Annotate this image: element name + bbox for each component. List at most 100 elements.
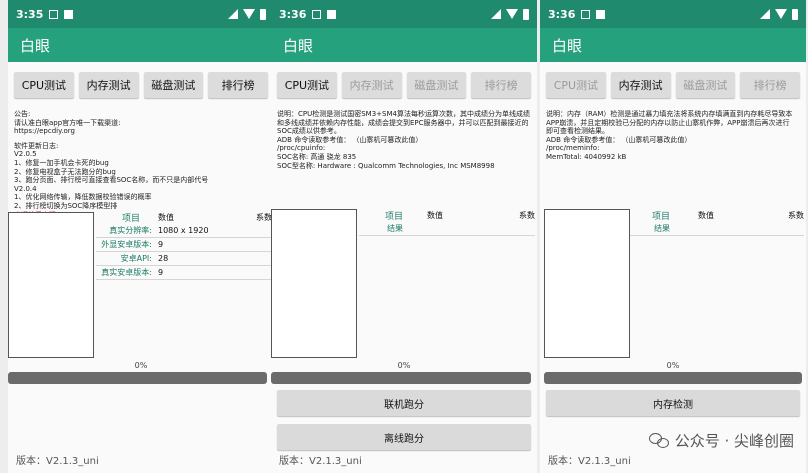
online-benchmark-button[interactable]: 联机跑分 <box>277 390 531 416</box>
status-bar: 3:35 <box>8 0 274 28</box>
wifi-icon <box>506 9 518 19</box>
info-line: https://epcdiy.org <box>14 127 75 136</box>
progress-bar <box>544 372 802 384</box>
row-value: 9 <box>158 268 164 277</box>
tab-cpu-test[interactable]: CPU测试 <box>546 72 606 98</box>
info-line: 即可查看检测结果。 <box>546 127 609 136</box>
info-line: 2、修复电视盒子无法跑分的bug <box>14 167 116 176</box>
table-row: 结果 <box>630 222 804 236</box>
table-row: 结果 <box>359 222 535 236</box>
status-bar: 3:36 <box>271 0 537 28</box>
info-line: 和多线成绩并依赖内存性能，成绩会提交到EPC服务器中，并可以匹配到最接近的 <box>277 118 529 127</box>
info-line: 1、优化网络传输，降低数据校验错误的概率 <box>14 193 152 202</box>
tab-ranking[interactable]: 排行榜 <box>208 72 268 98</box>
info-line: 软件更新日志: <box>14 141 59 150</box>
table-row: 外显安卓版本: 9 <box>96 238 272 252</box>
chart-area <box>271 209 357 358</box>
tab-memory-test[interactable]: 内存测试 <box>341 72 402 98</box>
wifi-icon <box>243 9 255 19</box>
version-label: 版本：V2.1.3_uni <box>548 456 631 467</box>
results-table: 项目 数值 系数 真实分辨率: 1080 x 1920 外显安卓版本: 9 安卓… <box>96 210 272 280</box>
tab-bar: CPU测试 内存测试 磁盘测试 排行榜 <box>8 62 274 104</box>
notification-icon-2 <box>64 9 74 19</box>
header-value: 数值 <box>158 212 174 222</box>
info-line: 公告: <box>14 110 31 118</box>
phone-screen-cpu-home: 3:35 白眼 CPU测试 内存测试 磁盘测试 排行榜 公告: 请认准白眼app… <box>8 0 274 473</box>
watermark-text: 公众号 · 尖峰创圈 <box>674 432 794 450</box>
notification-icon-2 <box>596 9 606 19</box>
header-item: 项目 <box>384 211 403 222</box>
tab-bar: CPU测试 内存测试 磁盘测试 排行榜 <box>540 62 806 104</box>
tab-disk-test[interactable]: 磁盘测试 <box>406 72 467 98</box>
info-line: /proc/cpuinfo: <box>277 144 326 153</box>
table-row: 真实安卓版本: 9 <box>96 266 272 280</box>
battery-icon <box>523 8 529 20</box>
status-bar: 3:36 <box>540 0 806 28</box>
chart-area <box>8 212 94 358</box>
row-label: 真实分辨率: <box>109 226 152 235</box>
header-item: 项目 <box>651 211 670 222</box>
progress-bar <box>8 372 267 384</box>
app-title: 白眼 <box>540 28 806 62</box>
info-line: V2.0.5 <box>14 150 37 159</box>
status-time: 3:36 <box>279 7 307 21</box>
phone-screen-memory-test: 3:36 白眼 CPU测试 内存测试 磁盘测试 排行榜 说明：内存（RAM）检测… <box>540 0 806 473</box>
announcement-text: 公告: 请认准白眼app官方唯一下载渠道: https://epcdiy.org… <box>8 104 274 219</box>
info-line: APP崩溃，并且定期校验已分配的内存以防止山寨机作弊，APP崩溃后再次进行 <box>546 118 790 127</box>
tab-bar: CPU测试 内存测试 磁盘测试 排行榜 <box>271 62 537 104</box>
notification-icon <box>49 9 59 19</box>
info-line: 请认准白眼app官方唯一下载渠道: <box>14 118 121 127</box>
header-coefficient: 系数 <box>256 212 272 222</box>
info-line: /proc/meminfo: <box>546 144 600 153</box>
info-line: ADB 命令读取参考值： （山寨机可篡改此值） <box>546 135 692 144</box>
info-line: MemTotal: 4040992 kB <box>546 152 627 161</box>
tab-ranking[interactable]: 排行榜 <box>740 72 800 98</box>
info-line: 说明：内存（RAM）检测是通过暴力填充法将系统内存填满直到内存耗尽导致本 <box>546 110 793 118</box>
status-time: 3:35 <box>16 7 44 21</box>
chart-area <box>544 209 630 358</box>
header-value: 数值 <box>427 210 443 220</box>
tab-cpu-test[interactable]: CPU测试 <box>277 72 337 98</box>
signal-icon <box>760 9 770 19</box>
wifi-icon <box>775 9 787 19</box>
row-label: 外显安卓版本: <box>101 240 152 249</box>
table-row: 安卓API: 28 <box>96 252 272 266</box>
signal-icon <box>491 9 501 19</box>
cpu-description: 说明：CPU检测是测试国密SM3+SM4算法每秒运算次数，其中成绩分为单线成绩 … <box>271 104 537 170</box>
offline-benchmark-button[interactable]: 离线跑分 <box>277 424 531 450</box>
tab-memory-test[interactable]: 内存测试 <box>78 72 139 98</box>
phone-screen-cpu-test: 3:36 白眼 CPU测试 内存测试 磁盘测试 排行榜 说明：CPU检测是测试国… <box>271 0 537 473</box>
header-value: 数值 <box>698 210 714 220</box>
row-label: 结果 <box>387 224 403 233</box>
table-row: 真实分辨率: 1080 x 1920 <box>96 224 272 238</box>
info-line: 3、跑分页面、排行榜可直接查看SOC名称，而不只是内部代号 <box>14 176 209 185</box>
tab-memory-test[interactable]: 内存测试 <box>610 72 671 98</box>
signal-icon <box>228 9 238 19</box>
memory-test-button[interactable]: 内存检测 <box>546 390 800 416</box>
info-line: SOC名称: 高通 骁龙 835 <box>277 152 357 161</box>
info-line: 1、修复一加手机会卡死的bug <box>14 158 109 167</box>
tab-disk-test[interactable]: 磁盘测试 <box>675 72 736 98</box>
row-label: 真实安卓版本: <box>101 268 152 277</box>
version-label: 版本：V2.1.3_uni <box>16 456 99 467</box>
info-line: ADB 命令读取参考值： （山寨机可篡改此值） <box>277 135 423 144</box>
row-value: 9 <box>158 240 164 249</box>
progress-percent: 0% <box>397 361 411 370</box>
info-line: SOC成绩以供参考。 <box>277 127 341 136</box>
row-label: 安卓API: <box>120 254 152 263</box>
status-time: 3:36 <box>548 7 576 21</box>
watermark: 公众号 · 尖峰创圈 <box>648 430 794 451</box>
progress-percent: 0% <box>666 361 680 370</box>
tab-cpu-test[interactable]: CPU测试 <box>14 72 74 98</box>
header-coefficient: 系数 <box>788 210 804 220</box>
app-title: 白眼 <box>271 28 537 62</box>
progress-percent: 0% <box>134 361 148 370</box>
battery-icon <box>792 8 798 20</box>
info-line: 说明：CPU检测是测试国密SM3+SM4算法每秒运算次数，其中成绩分为单线成绩 <box>277 110 530 118</box>
info-line: SOC型名称: Hardware : Qualcomm Technologies… <box>277 161 495 170</box>
tab-disk-test[interactable]: 磁盘测试 <box>143 72 204 98</box>
results-table: 项目 数值 系数 结果 <box>630 208 804 236</box>
tab-ranking[interactable]: 排行榜 <box>471 72 531 98</box>
wechat-icon <box>648 432 671 449</box>
app-title: 白眼 <box>8 28 274 62</box>
